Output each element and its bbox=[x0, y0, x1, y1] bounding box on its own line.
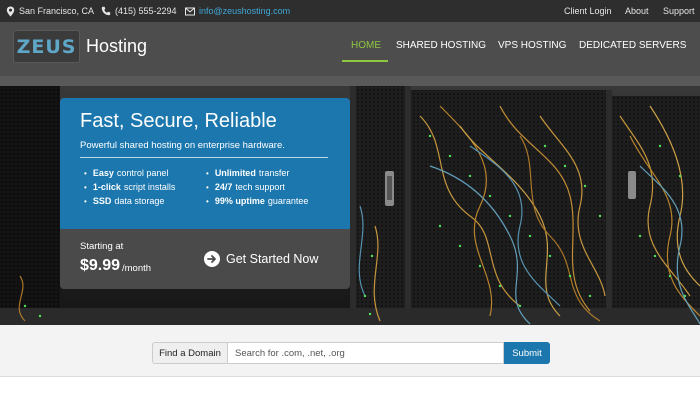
location-info: San Francisco, CA bbox=[6, 0, 94, 22]
get-started-label: Get Started Now bbox=[226, 252, 319, 266]
domain-search-input[interactable] bbox=[228, 342, 504, 364]
location-text: San Francisco, CA bbox=[19, 6, 95, 16]
top-bar: San Francisco, CA (415) 555-2294 info@ze… bbox=[0, 0, 700, 22]
hero-feature-panel: Fast, Secure, Reliable Powerful shared h… bbox=[60, 98, 350, 229]
feature-item: • 24/7 tech support bbox=[206, 182, 285, 192]
client-login-link[interactable]: Client Login bbox=[564, 0, 612, 22]
email-link[interactable]: info@zeushosting.com bbox=[199, 6, 290, 16]
logo[interactable]: ZEUS bbox=[13, 30, 80, 63]
find-domain-label: Find a Domain bbox=[152, 342, 228, 364]
phone-text: (415) 555-2294 bbox=[115, 6, 177, 16]
hero-subtitle: Powerful shared hosting on enterprise ha… bbox=[80, 140, 285, 151]
logo-text: ZEUS bbox=[16, 35, 77, 58]
nav-shared-hosting[interactable]: SHARED HOSTING bbox=[396, 40, 486, 62]
brand-name[interactable]: Hosting bbox=[86, 36, 147, 57]
nav-vps-hosting[interactable]: VPS HOSTING bbox=[498, 40, 566, 62]
nav-dedicated-servers[interactable]: DEDICATED SERVERS bbox=[579, 40, 686, 62]
envelope-icon bbox=[185, 7, 195, 15]
submit-button[interactable]: Submit bbox=[504, 342, 550, 364]
price-value: $9.99 bbox=[80, 257, 121, 274]
feature-item: • 1-click script installs bbox=[84, 182, 176, 192]
feature-item: • SSD data storage bbox=[84, 196, 165, 206]
email-info[interactable]: info@zeushosting.com bbox=[185, 0, 290, 22]
feature-item: • Easy control panel bbox=[84, 168, 169, 178]
nav-home[interactable]: HOME bbox=[351, 40, 381, 62]
phone-info: (415) 555-2294 bbox=[101, 0, 177, 22]
pricing-panel: Starting at $9.99 /month Get Started Now bbox=[60, 229, 350, 289]
feature-item: • 99% uptime guarantee bbox=[206, 196, 309, 206]
starting-at-label: Starting at bbox=[80, 241, 124, 252]
get-started-button[interactable]: Get Started Now bbox=[204, 249, 318, 269]
support-link[interactable]: Support bbox=[663, 0, 695, 22]
phone-icon bbox=[101, 6, 111, 16]
panel-divider bbox=[80, 157, 328, 158]
main-header: ZEUS Hosting HOME SHARED HOSTING VPS HOS… bbox=[0, 22, 700, 76]
feature-item: • Unlimited transfer bbox=[206, 168, 290, 178]
arrow-circle-right-icon bbox=[204, 251, 220, 267]
active-nav-indicator bbox=[342, 60, 388, 62]
map-marker-icon bbox=[6, 6, 15, 16]
hero-title: Fast, Secure, Reliable bbox=[80, 110, 277, 132]
price-period: /month bbox=[122, 263, 152, 274]
about-link[interactable]: About bbox=[625, 0, 649, 22]
